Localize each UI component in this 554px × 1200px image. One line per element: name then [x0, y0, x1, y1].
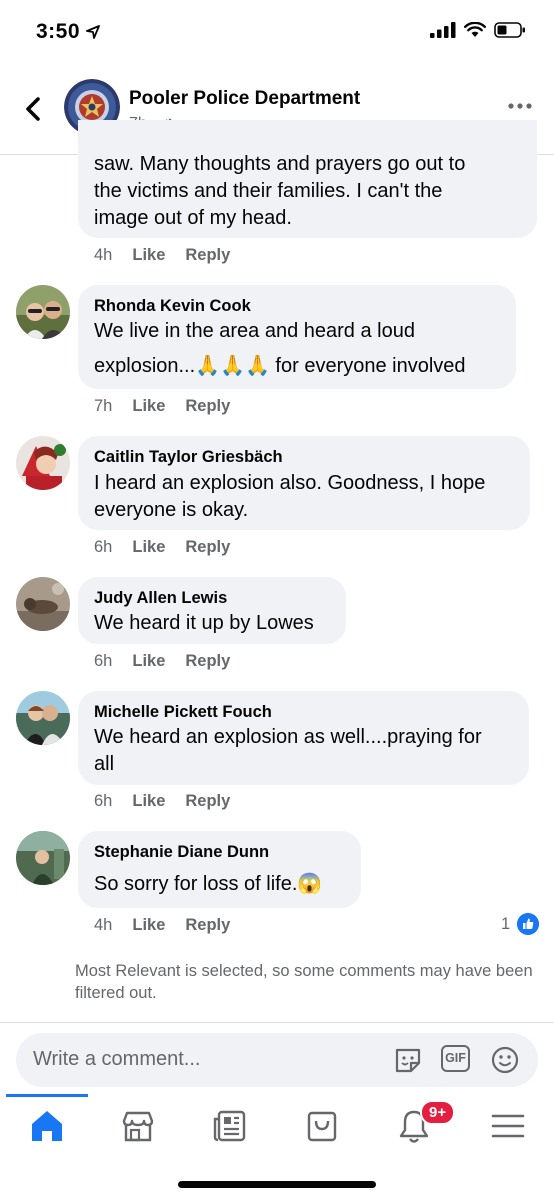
comment-time: 7h — [94, 397, 113, 415]
filter-notice: Most Relevant is selected, so some comme… — [75, 962, 533, 1002]
like-button[interactable]: Like — [132, 792, 165, 811]
menu-hamburger-icon[interactable] — [488, 1106, 528, 1146]
battery-icon — [494, 22, 525, 38]
commenter-name[interactable]: Stephanie Diane Dunn — [94, 843, 269, 862]
comment-text-line: We heard it up by Lowes — [94, 612, 314, 634]
reply-button[interactable]: Reply — [185, 792, 230, 811]
avatar[interactable] — [16, 436, 70, 490]
commenter-name[interactable]: Judy Allen Lewis — [94, 589, 227, 608]
avatar[interactable] — [16, 577, 70, 631]
shop-tab-icon[interactable] — [302, 1106, 342, 1146]
composer-divider — [0, 1022, 554, 1023]
reply-button[interactable]: Reply — [185, 652, 230, 671]
comment-actions: 6h Like Reply — [94, 652, 230, 671]
avatar[interactable] — [16, 285, 70, 339]
commenter-name[interactable]: Caitlin Taylor Griesbäch — [94, 448, 283, 467]
avatar[interactable] — [16, 831, 70, 885]
status-time: 3:50 — [36, 20, 101, 44]
marketplace-tab-icon[interactable] — [118, 1106, 158, 1146]
thumbs-up-reaction-icon[interactable] — [517, 913, 539, 935]
comment-text-line: explosion...🙏🙏🙏 for everyone involved — [94, 355, 466, 377]
user-photo — [16, 285, 70, 339]
cellular-signal-icon — [430, 22, 456, 38]
comment-text-line: saw. Many thoughts and prayers go out to — [94, 153, 466, 175]
comment-text-line: So sorry for loss of life.😱 — [94, 873, 323, 895]
comment-text-line: image out of my head. — [94, 207, 292, 229]
comment-composer[interactable]: Write a comment... GIF — [16, 1033, 538, 1087]
more-options-icon[interactable] — [508, 103, 532, 109]
comment-text-line: We heard an explosion as well....praying… — [94, 726, 482, 748]
back-arrow-icon[interactable] — [20, 94, 48, 124]
reply-button[interactable]: Reply — [185, 916, 230, 935]
comment-time: 6h — [94, 538, 113, 556]
like-button[interactable]: Like — [132, 538, 165, 557]
like-button[interactable]: Like — [132, 246, 165, 265]
comment-text-line: the victims and their families. I can't … — [94, 180, 443, 202]
comment-actions: 7h Like Reply — [94, 397, 230, 416]
comment-text-line: everyone is okay. — [94, 499, 249, 521]
comment-actions: 6h Like Reply — [94, 792, 230, 811]
reply-button[interactable]: Reply — [185, 538, 230, 557]
news-tab-icon[interactable] — [210, 1106, 250, 1146]
gif-label: GIF — [445, 1051, 466, 1065]
sticker-icon[interactable] — [393, 1045, 423, 1075]
comment-text-line: I heard an explosion also. Goodness, I h… — [94, 472, 486, 494]
reply-button[interactable]: Reply — [185, 246, 230, 265]
reaction-count[interactable]: 1 — [501, 915, 510, 934]
comment-time: 4h — [94, 916, 113, 934]
user-photo — [16, 577, 70, 631]
page-name[interactable]: Pooler Police Department — [129, 88, 360, 110]
like-button[interactable]: Like — [132, 652, 165, 671]
gif-button[interactable]: GIF — [441, 1045, 470, 1072]
home-indicator — [178, 1181, 376, 1188]
comment-time: 6h — [94, 652, 113, 670]
active-tab-indicator — [6, 1094, 88, 1097]
comment-actions: 4h Like Reply — [94, 916, 230, 935]
comment-actions: 4h Like Reply — [94, 246, 230, 265]
like-button[interactable]: Like — [132, 916, 165, 935]
reply-button[interactable]: Reply — [185, 397, 230, 416]
comment-time: 4h — [94, 246, 113, 264]
home-tab-icon[interactable] — [27, 1106, 67, 1146]
commenter-name[interactable]: Rhonda Kevin Cook — [94, 297, 251, 316]
emoji-icon[interactable] — [490, 1045, 520, 1075]
status-icons — [430, 22, 526, 38]
commenter-name[interactable]: Michelle Pickett Fouch — [94, 703, 272, 722]
notification-badge: 9+ — [420, 1100, 456, 1125]
user-photo — [16, 691, 70, 745]
comment-text-line: all — [94, 753, 115, 775]
comment-input-placeholder: Write a comment... — [33, 1048, 201, 1070]
comment-time: 6h — [94, 792, 113, 810]
avatar[interactable] — [16, 691, 70, 745]
like-button[interactable]: Like — [132, 397, 165, 416]
comment-text-line: We live in the area and heard a loud — [94, 320, 415, 342]
user-photo — [16, 436, 70, 490]
comment-actions: 6h Like Reply — [94, 538, 230, 557]
wifi-icon — [464, 22, 486, 37]
status-bar: 3:50 — [0, 0, 554, 66]
user-photo — [16, 831, 70, 885]
location-arrow-icon — [86, 25, 101, 40]
